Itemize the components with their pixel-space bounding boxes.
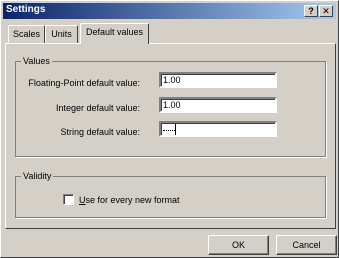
integer-label: Integer default value: — [55, 103, 140, 113]
ok-button-label: OK — [231, 240, 245, 250]
floating-point-default-field[interactable] — [159, 72, 277, 88]
close-icon: ✕ — [322, 6, 330, 16]
focus-dots — [163, 130, 175, 131]
close-button[interactable]: ✕ — [319, 5, 333, 17]
ok-button[interactable]: OK — [208, 235, 269, 255]
help-icon: ? — [308, 6, 314, 16]
use-for-every-new-format-label-rest: se for every new format — [85, 195, 180, 205]
tab-scales-label: Scales — [12, 29, 40, 39]
use-for-every-new-format-checkbox[interactable] — [63, 194, 74, 205]
title-bar: Settings ? ✕ — [3, 3, 336, 19]
integer-default-field[interactable] — [159, 97, 277, 113]
tab-default-values-label: Default values — [85, 27, 144, 37]
values-group-legend: Values — [21, 56, 52, 67]
tab-default-values[interactable]: Default values — [80, 23, 149, 44]
cancel-button-label: Cancel — [292, 240, 321, 250]
string-label: String default value: — [60, 127, 140, 137]
tab-panel-default-values: Values Floating-Point default value: Int… — [5, 43, 336, 229]
string-default-field[interactable] — [159, 121, 277, 137]
validity-group-legend: Validity — [21, 171, 54, 182]
use-for-every-new-format-label[interactable]: Use for every new format — [79, 195, 180, 205]
settings-dialog: Settings ? ✕ Scales Units Default values… — [0, 0, 339, 258]
help-button[interactable]: ? — [304, 5, 318, 17]
tab-scales[interactable]: Scales — [8, 25, 45, 43]
floating-point-label: Floating-Point default value: — [28, 78, 140, 88]
text-caret — [175, 124, 176, 135]
tab-units[interactable]: Units — [45, 25, 78, 43]
window-title: Settings — [6, 4, 46, 15]
tab-units-label: Units — [51, 29, 72, 39]
cancel-button[interactable]: Cancel — [276, 235, 337, 255]
